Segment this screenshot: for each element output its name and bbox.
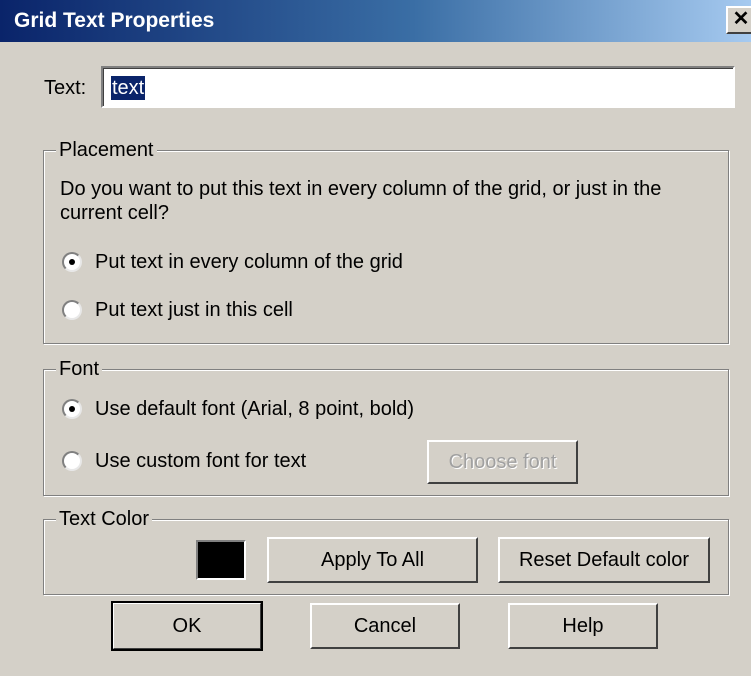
placement-group-title: Placement bbox=[56, 139, 157, 162]
text-color-swatch[interactable] bbox=[196, 540, 246, 580]
text-field-label: Text: bbox=[44, 77, 87, 99]
radio-custom-font-label[interactable]: Use custom font for text bbox=[95, 450, 306, 473]
radio-custom-font[interactable] bbox=[62, 451, 82, 471]
font-group bbox=[43, 369, 729, 496]
close-button[interactable]: ✕ bbox=[726, 6, 751, 34]
radio-selected-dot bbox=[69, 406, 75, 412]
choose-font-button[interactable]: Choose font bbox=[427, 440, 578, 484]
text-color-group-title: Text Color bbox=[56, 508, 153, 531]
close-icon: ✕ bbox=[732, 8, 750, 30]
radio-default-font[interactable] bbox=[62, 399, 82, 419]
reset-default-color-button[interactable]: Reset Default color bbox=[498, 537, 710, 583]
ok-button[interactable]: OK bbox=[111, 601, 263, 651]
font-group-title: Font bbox=[56, 358, 103, 381]
cancel-button[interactable]: Cancel bbox=[310, 603, 460, 649]
radio-this-cell[interactable] bbox=[62, 300, 82, 320]
placement-question-line2: current cell? bbox=[60, 202, 169, 224]
text-input[interactable]: text bbox=[101, 66, 735, 108]
radio-this-cell-label[interactable]: Put text just in this cell bbox=[95, 299, 293, 322]
radio-default-font-label[interactable]: Use default font (Arial, 8 point, bold) bbox=[95, 398, 414, 421]
title-bar: Grid Text Properties bbox=[0, 0, 751, 42]
radio-every-column-label[interactable]: Put text in every column of the grid bbox=[95, 251, 403, 274]
help-button[interactable]: Help bbox=[508, 603, 658, 649]
apply-to-all-button[interactable]: Apply To All bbox=[267, 537, 478, 583]
placement-question-line1: Do you want to put this text in every co… bbox=[60, 178, 662, 200]
radio-selected-dot bbox=[69, 259, 75, 265]
radio-every-column[interactable] bbox=[62, 252, 82, 272]
text-input-value: text bbox=[111, 76, 146, 100]
window-title: Grid Text Properties bbox=[14, 9, 215, 32]
